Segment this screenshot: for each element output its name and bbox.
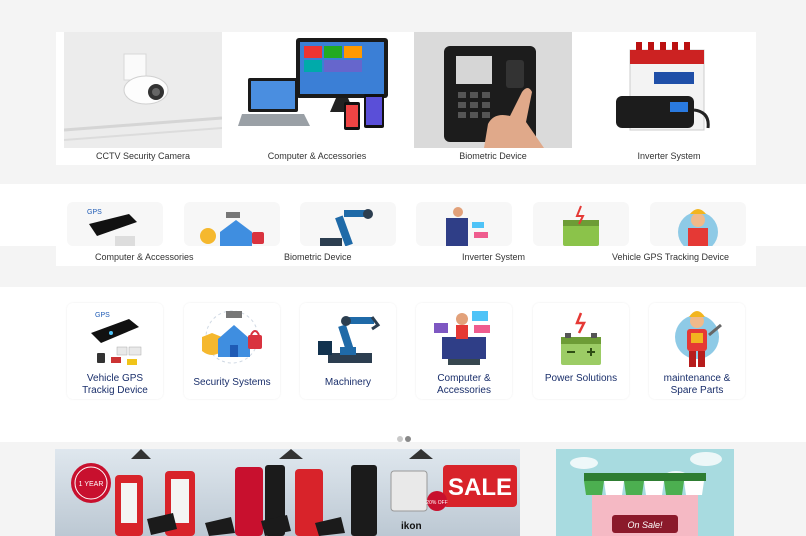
robot-arm-icon xyxy=(314,307,382,369)
category-label-line2: Spare Parts xyxy=(670,385,724,396)
gps-tracker-icon: GPS xyxy=(67,202,163,246)
biometric-scanner-image xyxy=(414,32,572,148)
shop-awning-icon: On Sale! xyxy=(584,473,706,536)
carousel-dot-1[interactable] xyxy=(397,436,403,442)
carousel-dot-2[interactable] xyxy=(405,436,411,442)
security-house-icon xyxy=(198,307,266,369)
svg-text:SALE: SALE xyxy=(448,474,512,501)
category-label: Security Systems xyxy=(193,377,271,388)
category-card-computer-accessories[interactable]: Computer & Accessories xyxy=(416,303,512,399)
product-card-biometric[interactable]: Biometric Device xyxy=(406,32,572,165)
brand-text: ikon xyxy=(401,521,422,532)
category-slider-ghost: GPS xyxy=(56,202,756,246)
category-card-machinery[interactable]: Machinery xyxy=(300,303,396,399)
product-card-computer[interactable]: Computer & Accessories xyxy=(230,32,396,165)
battery-icon xyxy=(533,202,629,246)
battery-icon xyxy=(547,307,615,369)
product-card-cctv[interactable]: CCTV Security Camera xyxy=(56,32,222,165)
category-card-maintenance[interactable]: maintenance & Spare Parts xyxy=(649,303,745,399)
warranty-badge-icon: 1 YEAR xyxy=(71,463,111,503)
category-label-line2: Accessories xyxy=(437,385,491,396)
category-card-vehicle-gps[interactable]: GPS Vehicle GPS Trackig Device xyxy=(67,303,163,399)
svg-text:GPS: GPS xyxy=(87,209,102,216)
category-label: Vehicle GPS xyxy=(86,373,144,384)
category-label: Computer & xyxy=(437,373,491,384)
robot-arm-icon xyxy=(300,202,396,246)
worker-icon xyxy=(663,307,731,369)
product-label: Biometric Device xyxy=(459,151,527,161)
inverter-battery-image xyxy=(590,32,748,148)
gps-text: GPS xyxy=(95,312,110,319)
sale-tag-icon: SALE xyxy=(443,465,517,507)
category-card-security-systems[interactable]: Security Systems xyxy=(184,303,280,399)
featured-products-strip: CCTV Security Camera Computer & Accessor… xyxy=(56,32,756,165)
computer-accessories-icon xyxy=(430,307,498,369)
ghost-label: Vehicle GPS Tracking Device xyxy=(612,252,730,262)
carousel-dots xyxy=(397,429,413,447)
category-card-power-solutions[interactable]: Power Solutions xyxy=(533,303,629,399)
gps-tracker-icon: GPS xyxy=(81,307,149,369)
category-slider-ghost-labels: Computer & Accessories Biometric Device … xyxy=(56,246,756,266)
security-house-icon xyxy=(184,202,280,246)
ghost-label: Biometric Device xyxy=(284,252,352,262)
ghost-label: Computer & Accessories xyxy=(95,252,194,262)
product-label: Computer & Accessories xyxy=(267,151,367,161)
hanging-lamp-icon xyxy=(131,449,433,459)
shop-sign-text: On Sale! xyxy=(627,520,663,530)
sale-banner[interactable]: 1 YEAR ikon SALE 20% OFF xyxy=(55,449,520,536)
computer-accessories-icon xyxy=(416,202,512,246)
computer-devices-image xyxy=(238,32,396,148)
category-label: Machinery xyxy=(324,377,372,388)
product-card-inverter[interactable]: Inverter System xyxy=(582,32,748,165)
cctv-camera-image xyxy=(64,32,222,148)
product-label: Inverter System xyxy=(637,151,701,161)
category-label: Power Solutions xyxy=(544,373,618,384)
category-label: maintenance & xyxy=(663,373,731,384)
worker-icon xyxy=(650,202,746,246)
shop-banner[interactable]: On Sale! xyxy=(556,449,734,536)
ghost-label: Inverter System xyxy=(462,252,526,262)
category-label-line2: Trackig Device xyxy=(82,385,148,396)
svg-text:1 YEAR: 1 YEAR xyxy=(79,481,104,488)
svg-text:20% OFF: 20% OFF xyxy=(426,500,447,506)
product-label: CCTV Security Camera xyxy=(95,151,191,161)
